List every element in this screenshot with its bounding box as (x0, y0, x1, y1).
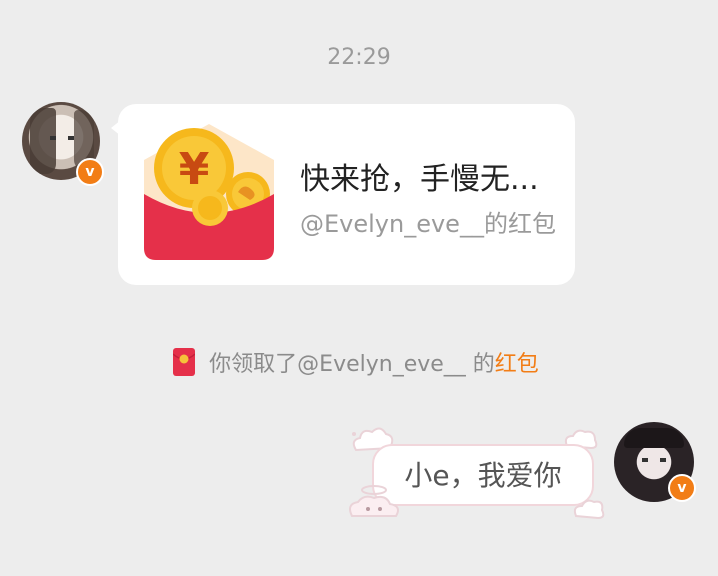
verified-badge-icon: v (668, 474, 696, 502)
red-packet-card[interactable]: ¥ 快来抢，手慢无... @Evelyn_eve__的红包 (111, 104, 575, 285)
my-avatar[interactable]: v (614, 422, 696, 502)
red-packet-title: 快来抢，手慢无... (300, 162, 539, 197)
red-packet-icon: ¥ (144, 124, 274, 260)
red-packet-sender: @Evelyn_eve__的红包 (300, 210, 556, 238)
red-packet-link[interactable]: 红包 (495, 352, 539, 377)
system-notice: 你领取了@Evelyn_eve__ 的红包 (0, 346, 718, 377)
message-timestamp: 22:29 (327, 45, 391, 70)
my-message-bubble[interactable]: 小e，我爱你 (372, 444, 594, 506)
cloud-decoration-icon (573, 499, 605, 520)
red-packet-small-icon (173, 348, 196, 376)
verified-badge-icon: v (76, 158, 104, 186)
bubble-tail (111, 120, 121, 136)
sender-avatar[interactable]: v (22, 102, 104, 186)
notice-text: 你领取了@Evelyn_eve__ 的 (209, 352, 495, 377)
message-text: 小e，我爱你 (404, 459, 562, 492)
bunny-decoration-icon (349, 485, 399, 517)
svg-text:¥: ¥ (179, 144, 210, 195)
